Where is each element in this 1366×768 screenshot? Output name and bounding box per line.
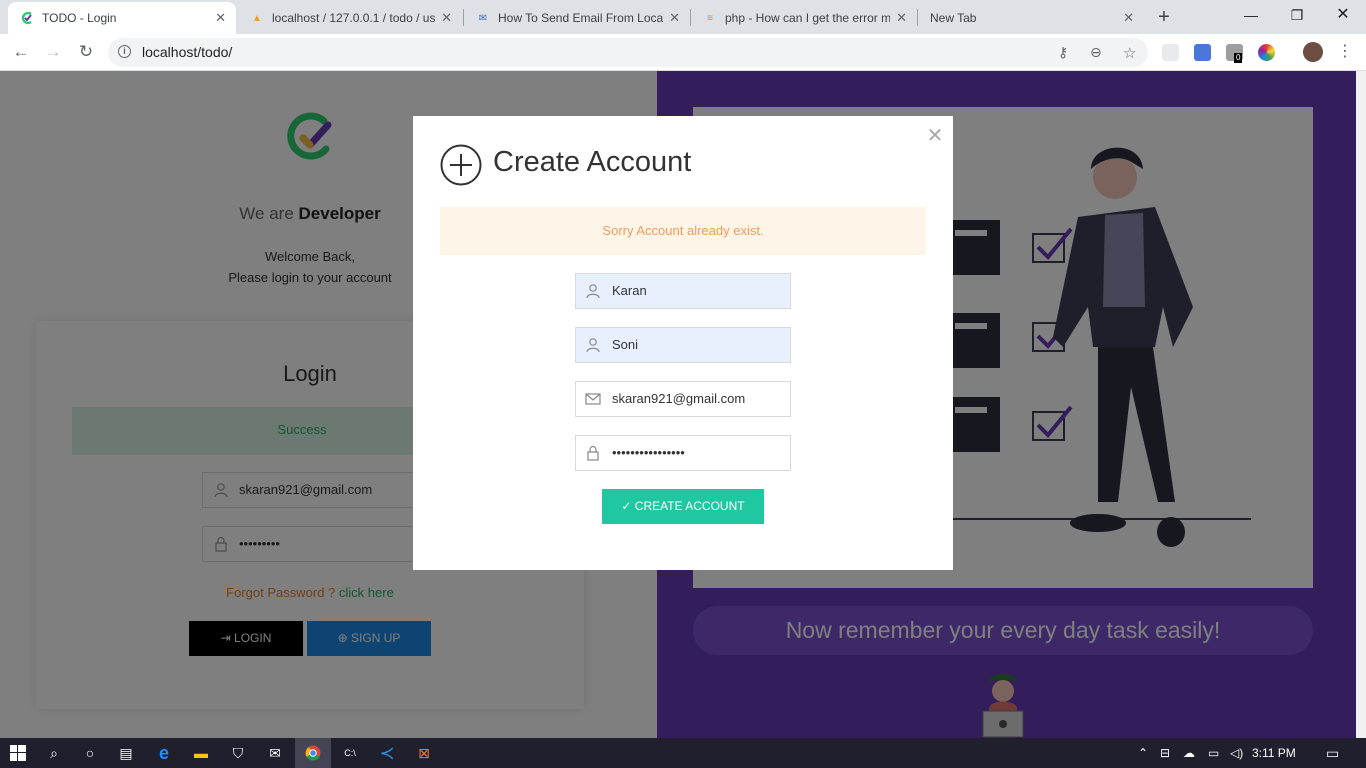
user-icon xyxy=(584,328,602,362)
tab-label: php - How can I get the error m xyxy=(725,11,891,25)
mail-icon xyxy=(584,382,602,416)
check-icon: ✓ xyxy=(621,499,632,513)
extension-badge-icon[interactable]: 0 xyxy=(1226,44,1243,63)
page-scrollbar[interactable] xyxy=(1356,71,1366,738)
lock-icon xyxy=(584,436,602,470)
password-value: •••••••••••••••• xyxy=(612,445,685,460)
site-info-icon[interactable]: i xyxy=(118,45,131,58)
display-icon[interactable]: ▭ xyxy=(1208,738,1219,768)
tab-todo-login[interactable]: TODO - Login ✕ xyxy=(8,2,236,34)
xampp-icon[interactable]: ⊠ xyxy=(406,738,442,768)
tab-label: TODO - Login xyxy=(42,11,117,25)
browser-tab-strip: TODO - Login ✕ ▲ localhost / 127.0.0.1 /… xyxy=(0,0,1366,34)
volume-icon[interactable]: ◁) xyxy=(1230,738,1243,768)
chrome-icon[interactable] xyxy=(295,738,331,768)
page-content: We are Developer Welcome Back, Please lo… xyxy=(0,71,1366,738)
last-name-value: Soni xyxy=(612,337,639,352)
create-account-button-label: CREATE ACCOUNT xyxy=(634,499,745,513)
tab-label: How To Send Email From Local xyxy=(498,11,664,25)
profile-avatar[interactable] xyxy=(1303,42,1323,62)
forward-button[interactable]: → xyxy=(42,41,64,63)
task-view-icon[interactable]: ▤ xyxy=(108,738,144,768)
address-bar[interactable]: i localhost/todo/ ⚷ ⊖ ☆ xyxy=(108,38,1148,67)
browser-toolbar: ← → ↻ i localhost/todo/ ⚷ ⊖ ☆ 0 ⋮ xyxy=(0,34,1366,71)
taskbar-clock[interactable]: 3:11 PM xyxy=(1252,738,1296,768)
onedrive-icon[interactable]: ☁ xyxy=(1183,738,1195,768)
extension-badge: 0 xyxy=(1234,53,1243,63)
tab-label: New Tab xyxy=(930,11,977,25)
search-icon[interactable]: ⌕ xyxy=(36,738,72,768)
new-tab-button[interactable]: + xyxy=(1152,6,1176,28)
restore-button[interactable]: ❐ xyxy=(1274,0,1320,32)
network-icon[interactable]: ⊟ xyxy=(1160,738,1170,768)
minimize-button[interactable]: — xyxy=(1228,0,1274,32)
windows-taskbar: ⌕ ○ ▤ e ▬ ⛉ ✉ C:\ ≺ ⊠ ⌃ ⊟ ☁ ▭ ◁) 3:11 PM… xyxy=(0,738,1366,768)
edge-icon[interactable]: e xyxy=(146,738,182,768)
key-icon[interactable]: ⚷ xyxy=(1058,44,1068,61)
password-field[interactable]: •••••••••••••••• xyxy=(575,435,791,471)
extension-icon[interactable] xyxy=(1162,44,1179,61)
create-account-modal: ✕ Create Account Sorry Account already e… xyxy=(413,116,953,570)
bookmark-star-icon[interactable]: ☆ xyxy=(1123,44,1136,62)
command-prompt-icon[interactable]: C:\ xyxy=(332,738,368,768)
show-hidden-icons-icon[interactable]: ⌃ xyxy=(1138,738,1148,768)
tab-send-email[interactable]: ✉ How To Send Email From Local ✕ xyxy=(464,2,690,34)
address-url: localhost/todo/ xyxy=(142,44,233,60)
cortana-icon[interactable]: ○ xyxy=(72,738,108,768)
reload-button[interactable]: ↻ xyxy=(75,41,97,63)
close-tab-icon[interactable]: ✕ xyxy=(441,10,452,26)
tab-phpmyadmin[interactable]: ▲ localhost / 127.0.0.1 / todo / us ✕ xyxy=(238,2,462,34)
user-icon xyxy=(584,274,602,308)
store-icon[interactable]: ⛉ xyxy=(220,738,256,768)
close-tab-icon[interactable]: ✕ xyxy=(215,10,226,26)
windows-start-icon[interactable] xyxy=(0,738,36,768)
close-icon[interactable]: ✕ xyxy=(925,126,945,146)
color-extension-icon[interactable] xyxy=(1258,44,1275,61)
back-button[interactable]: ← xyxy=(10,41,32,63)
first-name-field[interactable]: Karan xyxy=(575,273,791,309)
error-alert: Sorry Account already exist. xyxy=(440,207,926,255)
close-tab-icon[interactable]: ✕ xyxy=(896,10,907,26)
vscode-icon[interactable]: ≺ xyxy=(369,738,405,768)
translate-extension-icon[interactable] xyxy=(1194,44,1211,61)
zoom-icon[interactable]: ⊖ xyxy=(1090,44,1102,61)
email-value: skaran921@gmail.com xyxy=(612,391,746,406)
todo-favicon-icon xyxy=(20,11,34,25)
tab-stackoverflow[interactable]: ≡ php - How can I get the error m ✕ xyxy=(691,2,917,34)
phpmyadmin-favicon-icon: ▲ xyxy=(252,12,262,24)
notifications-icon[interactable]: ▭ xyxy=(1326,738,1339,768)
modal-title: Create Account xyxy=(493,146,692,178)
last-name-field[interactable]: Soni xyxy=(575,327,791,363)
tab-new-tab[interactable]: New Tab ✕ xyxy=(918,2,1144,34)
tab-label: localhost / 127.0.0.1 / todo / us xyxy=(272,11,436,25)
close-tab-icon[interactable]: ✕ xyxy=(1123,10,1134,26)
create-account-button[interactable]: ✓ CREATE ACCOUNT xyxy=(602,489,764,524)
menu-kebab-icon[interactable]: ⋮ xyxy=(1334,41,1356,63)
mail-icon[interactable]: ✉ xyxy=(257,738,293,768)
close-tab-icon[interactable]: ✕ xyxy=(669,10,680,26)
email-field[interactable]: skaran921@gmail.com xyxy=(575,381,791,417)
close-window-button[interactable]: ✕ xyxy=(1320,0,1366,32)
file-explorer-icon[interactable]: ▬ xyxy=(183,738,219,768)
stackoverflow-favicon-icon: ≡ xyxy=(707,12,713,24)
first-name-value: Karan xyxy=(612,283,647,298)
site-favicon-icon: ✉ xyxy=(478,12,488,24)
plus-circle-icon xyxy=(440,144,482,186)
